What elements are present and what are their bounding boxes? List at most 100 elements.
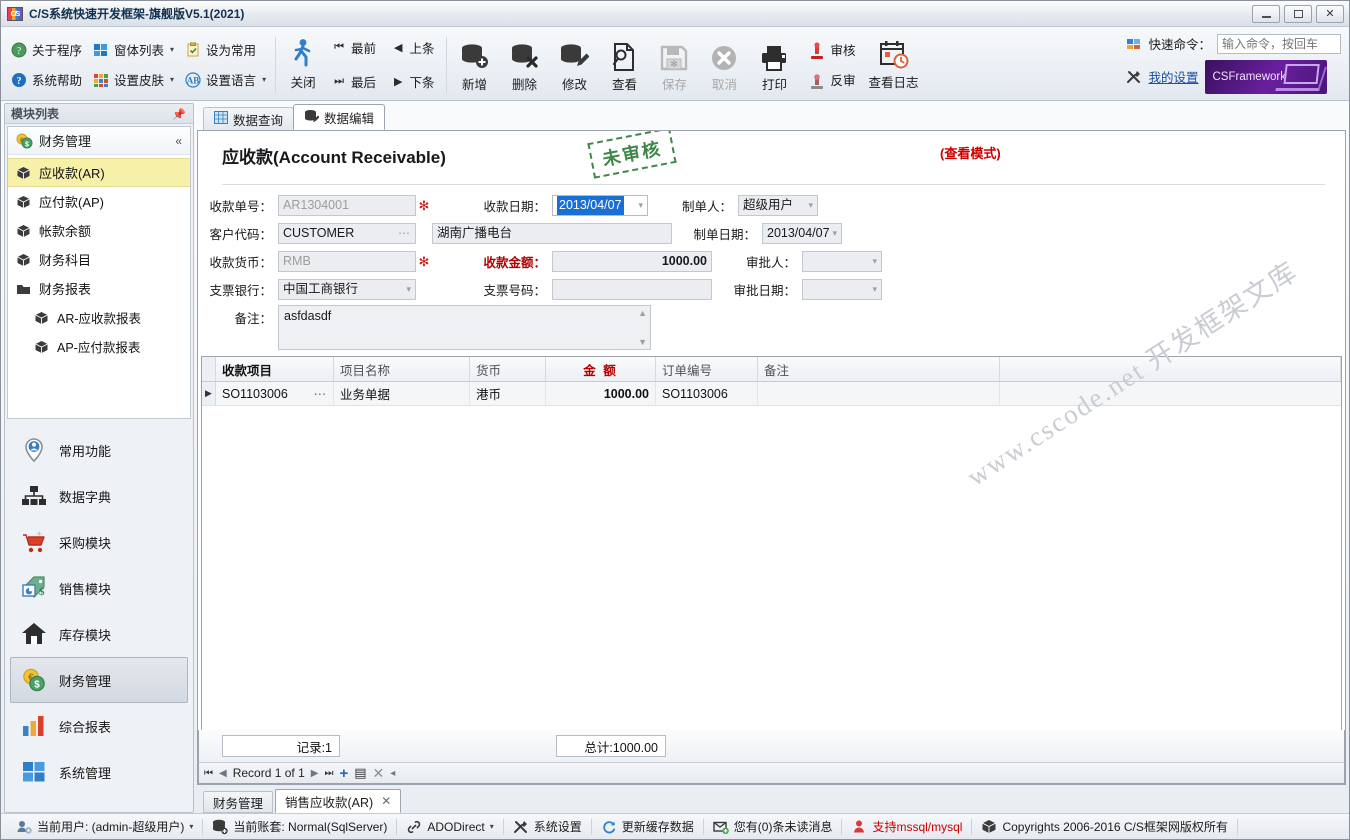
module-common-functions[interactable]: 常用功能 bbox=[10, 427, 188, 473]
nav-edit-icon[interactable]: ▤ bbox=[354, 765, 366, 781]
my-settings-link[interactable]: 我的设置 bbox=[1148, 67, 1198, 86]
grid-col-order-no[interactable]: 订单编号 bbox=[656, 357, 758, 381]
grid-col-amount[interactable]: 金 额 bbox=[546, 357, 656, 381]
delete-button[interactable]: 删除 bbox=[499, 34, 549, 98]
collapse-icon[interactable]: « bbox=[175, 134, 182, 148]
set-favorite-button[interactable]: 设为常用 bbox=[181, 38, 263, 61]
nav-first-button[interactable]: ⏮ 最前 bbox=[332, 37, 382, 58]
status-unread-messages[interactable]: 您有(0)条未读消息 bbox=[704, 818, 842, 835]
view-button[interactable]: 查看 bbox=[599, 34, 649, 98]
print-button[interactable]: 打印 bbox=[749, 34, 799, 98]
status-adodirect[interactable]: ADODirect ▾ bbox=[397, 819, 502, 835]
module-data-dictionary[interactable]: 数据字典 bbox=[10, 473, 188, 519]
grid-col-currency[interactable]: 货币 bbox=[470, 357, 546, 381]
cell-memo[interactable] bbox=[758, 382, 1000, 405]
module-finance[interactable]: €$ 财务管理 bbox=[10, 657, 188, 703]
view-log-button[interactable]: 查看日志 bbox=[863, 31, 925, 95]
check-no-input[interactable] bbox=[552, 279, 712, 300]
customer-code-input[interactable]: CUSTOMER ⋯ bbox=[278, 223, 416, 244]
modify-button[interactable]: 修改 bbox=[549, 34, 599, 98]
customer-name-input[interactable]: 湖南广播电台 bbox=[432, 223, 672, 244]
set-language-button[interactable]: AB 设置语言 ▾ bbox=[181, 68, 273, 91]
status-current-book[interactable]: 当前账套: Normal(SqlServer) bbox=[203, 818, 396, 835]
nav-delete-icon[interactable]: ✕ bbox=[373, 765, 385, 782]
tab-data-edit[interactable]: 数据编辑 bbox=[293, 104, 385, 130]
grid-col-item[interactable]: 收款项目 bbox=[216, 357, 334, 381]
receipt-no-input[interactable]: AR1304001 bbox=[278, 195, 416, 216]
nav-next-icon[interactable]: ▶ bbox=[311, 768, 319, 779]
memo-input[interactable]: asfdasdf ▲ ▼ bbox=[278, 305, 651, 350]
module-sales[interactable]: $ 销售模块 bbox=[10, 565, 188, 611]
doc-tab-sales-ar[interactable]: 销售应收款(AR) ✕ bbox=[275, 789, 401, 813]
nav-next-button[interactable]: ▶ 下条 bbox=[392, 71, 440, 92]
nav-more-icon[interactable]: ◂ bbox=[390, 768, 395, 779]
status-refresh-cache[interactable]: 更新缓存数据 bbox=[592, 818, 703, 835]
close-button[interactable]: ✕ bbox=[1316, 5, 1344, 23]
approver-input[interactable]: ▾ bbox=[802, 251, 882, 272]
status-db-support[interactable]: 支持mssql/mysql bbox=[842, 818, 971, 835]
approve-date-input[interactable]: ▾ bbox=[802, 279, 882, 300]
module-reports[interactable]: 综合报表 bbox=[10, 703, 188, 749]
scroll-up-icon[interactable]: ▲ bbox=[638, 308, 647, 318]
minimize-button[interactable] bbox=[1252, 5, 1280, 23]
maximize-button[interactable] bbox=[1284, 5, 1312, 23]
about-program-button[interactable]: ? 关于程序 bbox=[7, 38, 89, 61]
make-date-input[interactable]: 2013/04/07 ▾ bbox=[762, 223, 842, 244]
sidebar-item-balance[interactable]: 帐款余额 bbox=[8, 216, 190, 245]
cell-currency[interactable]: 港币 bbox=[470, 382, 546, 405]
chevron-down-icon[interactable]: ▾ bbox=[832, 224, 837, 243]
sidebar-item-ar-report[interactable]: AR-应收款报表 bbox=[8, 303, 190, 332]
window-list-button[interactable]: 窗体列表 ▾ bbox=[89, 38, 181, 61]
amount-input[interactable]: 1000.00 bbox=[552, 251, 712, 272]
cancel-button[interactable]: 取消 bbox=[699, 34, 749, 98]
nav-add-icon[interactable]: + bbox=[339, 765, 348, 782]
save-button[interactable]: ✻ 保存 bbox=[649, 34, 699, 98]
currency-input[interactable]: RMB bbox=[278, 251, 416, 272]
chevron-down-icon[interactable]: ▾ bbox=[406, 280, 411, 299]
nav-first-icon[interactable]: ⏮ bbox=[204, 768, 213, 779]
module-purchase[interactable]: 采购模块 bbox=[10, 519, 188, 565]
ellipsis-browse-icon[interactable]: ⋯ bbox=[314, 386, 328, 401]
cell-item[interactable]: SO1103006 ⋯ bbox=[216, 382, 334, 405]
sidebar-item-ap[interactable]: 应付款(AP) bbox=[8, 187, 190, 216]
doc-tab-finance[interactable]: 财务管理 bbox=[203, 791, 273, 813]
sidebar-item-ar[interactable]: 应收款(AR) bbox=[8, 158, 190, 187]
nav-prev-icon[interactable]: ◀ bbox=[219, 768, 227, 779]
maker-input[interactable]: 超级用户 ▾ bbox=[738, 195, 818, 216]
unaudit-button[interactable]: 反审 bbox=[805, 68, 862, 91]
quick-command-input[interactable] bbox=[1217, 34, 1341, 54]
chevron-down-icon[interactable]: ▾ bbox=[808, 196, 813, 215]
status-system-settings[interactable]: 系统设置 bbox=[504, 818, 591, 835]
sidebar-item-reports-folder[interactable]: 财务报表 bbox=[8, 274, 190, 303]
receipt-date-input[interactable]: 2013/04/07 ▾ bbox=[552, 195, 648, 216]
cell-amount[interactable]: 1000.00 bbox=[546, 382, 656, 405]
close-form-button[interactable]: 关闭 bbox=[278, 31, 328, 95]
tab-data-query[interactable]: 数据查询 bbox=[203, 107, 294, 130]
set-skin-button[interactable]: 设置皮肤 ▾ bbox=[89, 68, 181, 91]
module-system[interactable]: 系统管理 bbox=[10, 749, 188, 795]
table-row[interactable]: ▶ SO1103006 ⋯ 业务单据 港币 1000.00 SO1103006 bbox=[202, 382, 1341, 406]
nav-prev-button[interactable]: ◀ 上条 bbox=[392, 37, 440, 58]
chevron-down-icon[interactable]: ▾ bbox=[638, 196, 643, 215]
chevron-down-icon[interactable]: ▾ bbox=[872, 280, 877, 299]
sidebar-group-header[interactable]: €$ 财务管理 « bbox=[8, 127, 190, 155]
nav-last-button[interactable]: ⏭ 最后 bbox=[332, 71, 382, 92]
pin-icon[interactable]: 📌 bbox=[172, 108, 186, 121]
cell-item-name[interactable]: 业务单据 bbox=[334, 382, 470, 405]
cell-order-no[interactable]: SO1103006 bbox=[656, 382, 758, 405]
grid-col-item-name[interactable]: 项目名称 bbox=[334, 357, 470, 381]
module-inventory[interactable]: 库存模块 bbox=[10, 611, 188, 657]
sidebar-item-subject[interactable]: 财务科目 bbox=[8, 245, 190, 274]
nav-last-icon[interactable]: ⏭ bbox=[324, 768, 333, 779]
ellipsis-browse-icon[interactable]: ⋯ bbox=[398, 224, 411, 243]
close-icon[interactable]: ✕ bbox=[381, 794, 391, 808]
system-help-button[interactable]: ? 系统帮助 bbox=[7, 68, 89, 91]
chevron-down-icon[interactable]: ▾ bbox=[872, 252, 877, 271]
sidebar-item-ap-report[interactable]: AP-应付款报表 bbox=[8, 332, 190, 361]
scroll-down-icon[interactable]: ▼ bbox=[638, 337, 647, 347]
audit-button[interactable]: 审核 bbox=[805, 38, 862, 61]
grid-col-memo[interactable]: 备注 bbox=[758, 357, 1000, 381]
status-current-user[interactable]: 当前用户: (admin-超级用户) ▾ bbox=[7, 818, 202, 835]
check-bank-input[interactable]: 中国工商银行 ▾ bbox=[278, 279, 416, 300]
add-button[interactable]: 新增 bbox=[449, 34, 499, 98]
